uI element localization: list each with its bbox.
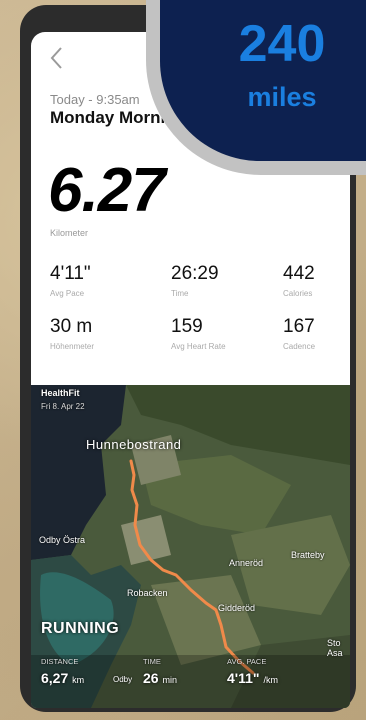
map-terrain: [31, 385, 350, 708]
map-label-place: Gidderöd: [218, 603, 256, 613]
overlay-time-label: TIME: [143, 657, 161, 666]
stat-cadence: 167 Cadence: [283, 317, 315, 352]
activity-type: RUNNING: [41, 620, 120, 637]
stat-value: 26:29: [171, 263, 219, 284]
map-label-place: Bratteby: [291, 550, 325, 560]
overlay-distance-number: 6,27: [41, 670, 69, 686]
overlay-distance-label: DISTANCE: [41, 657, 79, 666]
stat-value: 30 m: [50, 316, 93, 337]
overlay-pace-unit: /km: [263, 675, 278, 685]
stat-label: Höhenmeter: [50, 342, 95, 351]
map-label-town: Hunnebostrand: [86, 437, 182, 452]
stat-label: Time: [171, 289, 189, 298]
stat-label: Calories: [283, 289, 313, 298]
app-watermark: HealthFit: [41, 388, 80, 398]
overlay-time-number: 26: [143, 670, 159, 686]
route-map[interactable]: HealthFit Fri 8. Apr 22 Hunnebostrand Od…: [31, 385, 350, 708]
stat-label: Avg Pace: [50, 289, 85, 298]
stat-value: 159: [171, 316, 203, 337]
map-label-place: Odby Östra: [39, 535, 86, 545]
map-label-place: Sto Asa: [327, 638, 343, 658]
badge-number: 240: [238, 15, 326, 73]
map-label-place: Odby: [113, 675, 133, 684]
stat-time: 26:29 Time: [171, 264, 219, 299]
app-watermark-date: Fri 8. Apr 22: [41, 402, 85, 411]
overlay-distance-unit: km: [72, 675, 85, 685]
stat-avg-pace: 4'11" Avg Pace: [50, 264, 91, 299]
overlay-distance-value: 6,27 km: [41, 670, 84, 686]
activity-date: Today - 9:35am: [50, 92, 140, 107]
stat-calories: 442 Calories: [283, 264, 315, 299]
overlay-pace-number: 4'11": [227, 670, 260, 686]
map-label-place: Anneröd: [229, 558, 264, 568]
overlay-pace-label: AVG. PACE: [227, 657, 267, 666]
stat-value: 442: [283, 263, 315, 284]
stat-label: Cadence: [283, 342, 316, 351]
distance-value: 6.27: [48, 156, 166, 225]
overlay-pace-value: 4'11" /km: [227, 670, 278, 686]
stat-label: Avg Heart Rate: [171, 342, 226, 351]
overlay-time-value: 26 min: [143, 670, 177, 686]
distance-unit: Kilometer: [50, 228, 89, 238]
stat-value: 167: [283, 316, 315, 337]
map-label-place: Robacken: [127, 588, 168, 598]
back-chevron-icon[interactable]: [49, 46, 69, 72]
overlay-time-unit: min: [162, 675, 177, 685]
stat-avg-heart-rate: 159 Avg Heart Rate: [171, 317, 241, 352]
stat-value: 4'11": [50, 263, 91, 284]
badge-unit: miles: [247, 82, 317, 112]
stat-elevation: 30 m Höhenmeter: [50, 317, 94, 352]
